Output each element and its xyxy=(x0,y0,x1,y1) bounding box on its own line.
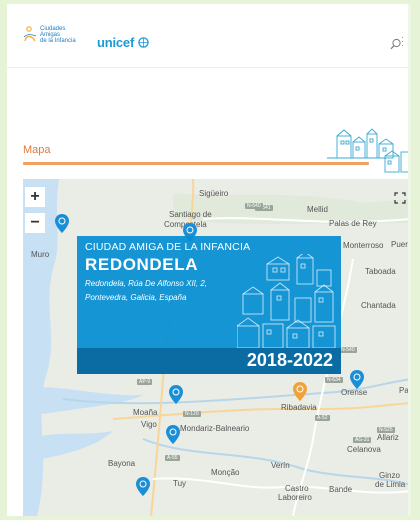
road-label: N-634 xyxy=(325,377,343,383)
map-place: Verín xyxy=(271,461,290,470)
fullscreen-icon[interactable] xyxy=(394,192,406,204)
map-place: Moaña xyxy=(133,408,158,417)
card-city-name: REDONDELA xyxy=(85,255,199,274)
map-place: Bayona xyxy=(108,459,136,468)
road-label: N-525 xyxy=(377,427,395,433)
road-label: AG-31 xyxy=(353,437,372,443)
map-place: Sigüeiro xyxy=(199,189,229,198)
unicef-logo[interactable]: unicef xyxy=(97,35,149,50)
map-place: Bande xyxy=(329,485,353,494)
map-marker-selected[interactable] xyxy=(293,382,307,401)
card-address-line-2: Pontevedra, Galicia, España xyxy=(85,293,187,302)
map-place: Monterroso xyxy=(343,241,384,250)
map-place: Allariz xyxy=(377,433,399,442)
page-frame: Ciudades Amigas de la Infancia unicef · ·… xyxy=(7,4,411,516)
road-label: N-640 xyxy=(245,203,263,209)
city-buildings-illustration xyxy=(237,254,336,348)
road-label: AP-9 xyxy=(137,379,153,385)
section-title: Mapa xyxy=(23,144,51,156)
map-place: Mondariz-Balneario xyxy=(180,424,250,433)
zoom-out-button[interactable]: − xyxy=(25,213,45,233)
section-divider xyxy=(23,162,369,165)
map-place: Vigo xyxy=(141,420,157,429)
map-place: Ginzo xyxy=(379,471,400,480)
road-label: A-55 xyxy=(165,455,180,461)
map-marker[interactable] xyxy=(350,370,364,389)
logo-text: Ciudades Amigas de la Infancia xyxy=(40,26,76,44)
road-label: N-120 xyxy=(183,411,201,417)
map-place: Laboreiro xyxy=(278,493,312,502)
map-place: Ribadavia xyxy=(281,403,317,412)
road-label: N-540 xyxy=(339,347,357,353)
map-place: Muro xyxy=(31,250,50,259)
globe-icon xyxy=(137,37,149,48)
card-label: CIUDAD AMIGA DE LA INFANCIA xyxy=(85,241,251,253)
city-buildings-illustration xyxy=(327,128,408,173)
map-marker[interactable] xyxy=(55,214,69,233)
map-place: Mellid xyxy=(307,205,328,214)
unicef-wordmark: unicef xyxy=(97,35,135,50)
logo-line-3: de la Infancia xyxy=(40,38,76,44)
city-info-card[interactable]: CIUDAD AMIGA DE LA INFANCIA REDONDELA Re… xyxy=(77,236,341,374)
map-place: Santiago de xyxy=(169,210,212,219)
map-place: Monção xyxy=(211,468,240,477)
map-place: de Limia xyxy=(375,480,406,489)
card-address: Redondela, Rúa De Alfonso XII, 2, Pontev… xyxy=(85,277,245,305)
zoom-in-button[interactable]: + xyxy=(25,187,45,207)
map-place: Orense xyxy=(341,388,368,397)
map-marker[interactable] xyxy=(166,425,180,444)
map-place: Tuy xyxy=(173,479,187,488)
map-place: Pa xyxy=(399,386,409,395)
map-marker[interactable] xyxy=(169,385,183,404)
ciudades-amigas-logo[interactable]: Ciudades Amigas de la Infancia xyxy=(23,26,76,44)
map-place: Taboada xyxy=(365,267,396,276)
map-marker[interactable] xyxy=(136,477,150,496)
map-place: Chantada xyxy=(361,301,396,310)
card-years: 2018-2022 xyxy=(246,350,333,370)
more-vertical-icon[interactable]: · · · xyxy=(401,33,407,50)
card-address-line-1: Redondela, Rúa De Alfonso XII, 2, xyxy=(85,279,207,288)
map-place: Castro xyxy=(285,484,309,493)
road-label: A-52 xyxy=(315,415,330,421)
map-place: Puert xyxy=(391,240,411,249)
map-place: Palas de Rey xyxy=(329,219,377,228)
site-header: Ciudades Amigas de la Infancia unicef · ·… xyxy=(7,4,408,68)
map-place: Celanova xyxy=(347,445,381,454)
child-figure-icon xyxy=(23,26,37,42)
